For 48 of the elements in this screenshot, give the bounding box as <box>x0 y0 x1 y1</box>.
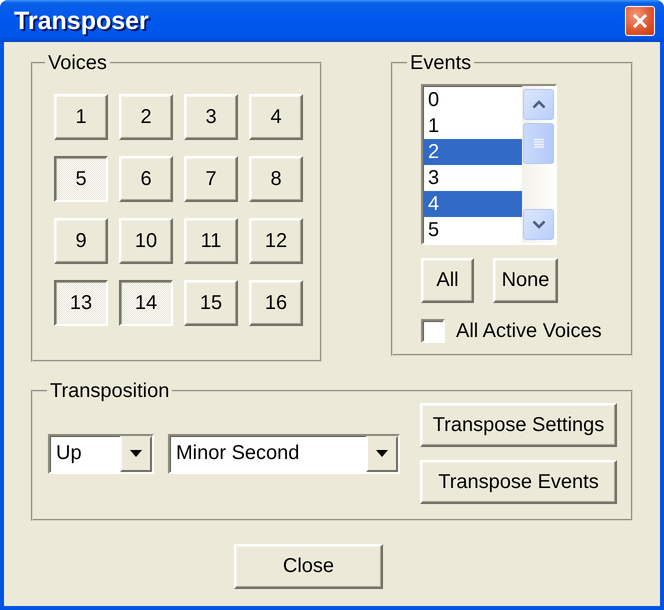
voice-toggle-button[interactable]: 3 <box>184 94 238 140</box>
events-listbox[interactable]: 0 1 2 3 4 5 <box>421 84 557 245</box>
list-item[interactable]: 0 <box>423 87 522 113</box>
select-button[interactable]: None <box>493 258 558 303</box>
window-title: Transposer <box>14 6 150 36</box>
dropdown-arrow-button[interactable] <box>120 436 152 472</box>
chevron-up-icon <box>532 100 546 109</box>
scroll-down-button[interactable] <box>523 209 554 240</box>
checkbox[interactable] <box>421 319 445 343</box>
voice-toggle-button[interactable]: 16 <box>249 280 303 326</box>
voice-toggle-button[interactable]: 12 <box>249 218 303 264</box>
voice-toggle-button[interactable]: 8 <box>249 156 303 202</box>
voice-toggle-button[interactable]: 14 <box>119 280 173 326</box>
voice-toggle-button[interactable]: 1 <box>54 94 108 140</box>
scroll-thumb[interactable] <box>523 123 554 164</box>
voice-toggle-button[interactable]: 10 <box>119 218 173 264</box>
group-label: Events <box>409 51 472 75</box>
transpose-button[interactable]: Transpose Events <box>420 460 617 504</box>
scroll-up-button[interactable] <box>523 89 554 120</box>
list-item[interactable]: 4 <box>423 191 522 217</box>
close-icon <box>632 13 648 29</box>
grip-icon <box>532 138 544 149</box>
close-dialog-button[interactable]: Close <box>234 544 383 589</box>
list-item[interactable]: 2 <box>423 139 522 165</box>
direction-dropdown[interactable]: Up <box>48 434 154 474</box>
voice-toggle-button[interactable]: 4 <box>249 94 303 140</box>
list-item[interactable]: 5 <box>423 217 522 243</box>
checkbox-label: All Active Voices <box>456 320 602 342</box>
voice-toggle-button[interactable]: 7 <box>184 156 238 202</box>
list-item[interactable]: 3 <box>423 165 522 191</box>
caret-down-icon <box>130 450 142 457</box>
chevron-down-icon <box>532 220 546 229</box>
voice-toggle-button[interactable]: 6 <box>119 156 173 202</box>
voice-toggle-button[interactable]: 2 <box>119 94 173 140</box>
close-button[interactable] <box>625 6 655 36</box>
caret-down-icon <box>376 450 388 457</box>
voice-toggle-button[interactable]: 15 <box>184 280 238 326</box>
voice-toggle-button[interactable]: 9 <box>54 218 108 264</box>
interval-dropdown[interactable]: Minor Second <box>168 434 400 474</box>
group-label: Transposition <box>49 379 170 403</box>
group-label: Voices <box>47 51 108 75</box>
voice-toggle-button[interactable]: 11 <box>184 218 238 264</box>
transpose-button[interactable]: Transpose Settings <box>420 403 617 447</box>
list-item[interactable]: 1 <box>423 113 522 139</box>
select-button[interactable]: All <box>421 258 474 303</box>
dropdown-arrow-button[interactable] <box>366 436 398 472</box>
voice-toggle-button[interactable]: 5 <box>54 156 108 202</box>
voice-toggle-button[interactable]: 13 <box>54 280 108 326</box>
